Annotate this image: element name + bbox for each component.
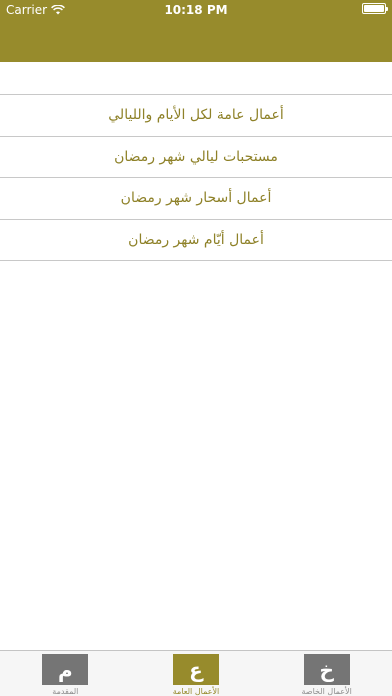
status-right [362, 3, 388, 14]
special-deeds-icon: خ [303, 654, 350, 685]
tab-label-general-deeds: الأعمال العامة [172, 687, 220, 696]
tab-label-special-deeds: الأعمال الخاصة [301, 687, 352, 696]
list-item-general-deeds[interactable]: أعمال عامة لكل الأيام والليالي [0, 95, 392, 137]
list-item-ramadan-suhoor[interactable]: أعمال أسحار شهر رمضان [0, 178, 392, 220]
status-bar: Carrier 10:18 PM [0, 0, 392, 20]
status-time: 10:18 PM [164, 3, 228, 17]
list-item-ramadan-nights[interactable]: مستحبات ليالي شهر رمضان [0, 136, 392, 178]
tab-introduction[interactable]: م المقدمة [0, 651, 131, 696]
tab-bar: م المقدمة ع الأعمال العامة خ الأعمال الخ… [0, 650, 392, 696]
general-deeds-icon: ع [173, 654, 219, 685]
battery-icon [362, 3, 388, 14]
menu-list: أعمال عامة لكل الأيام والليالي مستحبات ل… [0, 94, 392, 261]
tab-label-introduction: المقدمة [52, 687, 79, 696]
nav-header: Carrier 10:18 PM [0, 0, 392, 62]
list-item-ramadan-days[interactable]: أعمال أيّام شهر رمضان [0, 219, 392, 261]
tab-special-deeds[interactable]: خ الأعمال الخاصة [261, 651, 392, 696]
tab-general-deeds[interactable]: ع الأعمال العامة [131, 651, 262, 696]
introduction-icon: م [42, 654, 89, 685]
